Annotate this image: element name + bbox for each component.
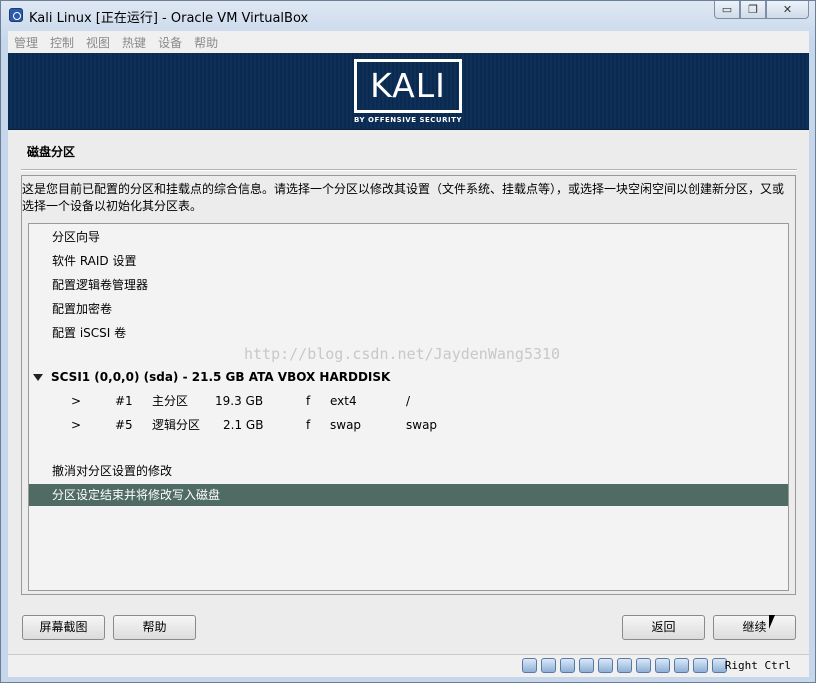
device-indicators — [522, 658, 727, 673]
description-text: 这是您目前已配置的分区和挂载点的综合信息。请选择一个分区以修改其设置（文件系统、… — [22, 182, 785, 213]
page-title: 磁盘分区 — [27, 145, 76, 159]
menu-control[interactable]: 控制 — [44, 34, 80, 51]
partition-filesystem: ext4 — [330, 394, 357, 408]
list-item-encrypted-volumes[interactable]: 配置加密卷 — [29, 298, 788, 320]
optical-drive-icon[interactable] — [541, 658, 556, 673]
mouse-cursor-icon — [769, 615, 775, 629]
menu-view[interactable]: 视图 — [80, 34, 116, 51]
partition-filesystem: swap — [330, 418, 362, 432]
list-item-label: 配置加密卷 — [52, 302, 113, 316]
partition-row-1[interactable]: > #1 主分区 19.3 GB f ext4 / — [29, 390, 788, 412]
help-button[interactable]: 帮助 — [113, 615, 196, 640]
list-item-label: 软件 RAID 设置 — [52, 254, 137, 268]
partition-row-5[interactable]: > #5 逻辑分区 2.1 GB f swap swap — [29, 414, 788, 436]
window-title: Kali Linux [正在运行] - Oracle VM VirtualBox — [29, 11, 309, 26]
screenshot-button[interactable]: 屏幕截图 — [22, 615, 105, 640]
status-bar: Right Ctrl — [8, 654, 809, 677]
disk-label: SCSI1 (0,0,0) (sda) - 21.5 GB ATA VBOX H… — [51, 370, 391, 384]
partition-mountpoint: / — [406, 394, 411, 408]
host-key-label: Right Ctrl — [724, 659, 791, 672]
list-item-software-raid[interactable]: 软件 RAID 设置 — [29, 250, 788, 272]
minimize-button[interactable]: ▭ — [714, 1, 740, 19]
kali-logo: KALI — [354, 59, 462, 113]
list-item-partition-wizard[interactable]: 分区向导 — [29, 226, 788, 248]
virtualbox-app-icon — [9, 8, 23, 22]
restore-button[interactable]: ❐ — [740, 1, 766, 19]
close-button[interactable]: ✕ — [766, 1, 809, 19]
kali-banner: KALI BY OFFENSIVE SECURITY — [8, 53, 809, 130]
menu-bar: 管理 控制 视图 热键 设备 帮助 — [8, 31, 809, 54]
partition-arrow: > — [71, 394, 82, 408]
list-item-label: 分区向导 — [52, 230, 101, 244]
title-bar: Kali Linux [正在运行] - Oracle VM VirtualBox… — [1, 1, 815, 29]
kali-tagline: BY OFFENSIVE SECURITY — [354, 116, 462, 124]
audio-icon[interactable] — [560, 658, 575, 673]
partition-size: 2.1 GB — [223, 418, 264, 432]
usb-icon[interactable] — [598, 658, 613, 673]
partition-number: #1 — [115, 394, 133, 408]
list-item-iscsi[interactable]: 配置 iSCSI 卷 — [29, 322, 788, 344]
network-icon[interactable] — [579, 658, 594, 673]
list-item-label: 分区设定结束并将修改写入磁盘 — [52, 488, 221, 502]
menu-hotkeys[interactable]: 热键 — [116, 34, 152, 51]
partition-number: #5 — [115, 418, 133, 432]
shared-folders-icon[interactable] — [617, 658, 632, 673]
cpu-icon[interactable] — [674, 658, 689, 673]
partition-list[interactable]: 分区向导 软件 RAID 设置 配置逻辑卷管理器 配置加密卷 配置 iSCSI … — [28, 223, 789, 591]
list-item-lvm[interactable]: 配置逻辑卷管理器 — [29, 274, 788, 296]
partition-type: 主分区 — [152, 394, 189, 408]
disk-row-sda[interactable]: SCSI1 (0,0,0) (sda) - 21.5 GB ATA VBOX H… — [29, 366, 788, 388]
partition-size: 19.3 GB — [215, 394, 264, 408]
virtualbox-window: Kali Linux [正在运行] - Oracle VM VirtualBox… — [0, 0, 816, 683]
window-controls: ▭ ❐ ✕ — [714, 1, 809, 21]
watermark-text: http://blog.csdn.net/JaydenWang5310 — [244, 345, 561, 363]
partition-flag: f — [306, 394, 311, 408]
list-item-label: 撤消对分区设置的修改 — [52, 464, 173, 478]
expand-triangle-icon — [33, 374, 43, 381]
divider — [21, 169, 797, 171]
hard-disk-icon[interactable] — [522, 658, 537, 673]
partition-type: 逻辑分区 — [152, 418, 201, 432]
list-item-finish-partitioning[interactable]: 分区设定结束并将修改写入磁盘 — [29, 484, 788, 506]
mouse-integration-icon[interactable] — [693, 658, 708, 673]
video-capture-icon[interactable] — [655, 658, 670, 673]
list-item-undo-changes[interactable]: 撤消对分区设置的修改 — [29, 460, 788, 482]
partition-mountpoint: swap — [406, 418, 438, 432]
menu-help[interactable]: 帮助 — [188, 34, 224, 51]
menu-devices[interactable]: 设备 — [152, 34, 188, 51]
display-icon[interactable] — [636, 658, 651, 673]
menu-manage[interactable]: 管理 — [8, 34, 44, 51]
vm-display[interactable]: KALI BY OFFENSIVE SECURITY 磁盘分区 这是您目前已配置… — [8, 53, 809, 654]
list-item-label: 配置 iSCSI 卷 — [52, 326, 127, 340]
back-button[interactable]: 返回 — [622, 615, 705, 640]
list-item-label: 配置逻辑卷管理器 — [52, 278, 149, 292]
continue-button[interactable]: 继续 — [713, 615, 796, 640]
partition-arrow: > — [71, 418, 82, 432]
partition-flag: f — [306, 418, 311, 432]
